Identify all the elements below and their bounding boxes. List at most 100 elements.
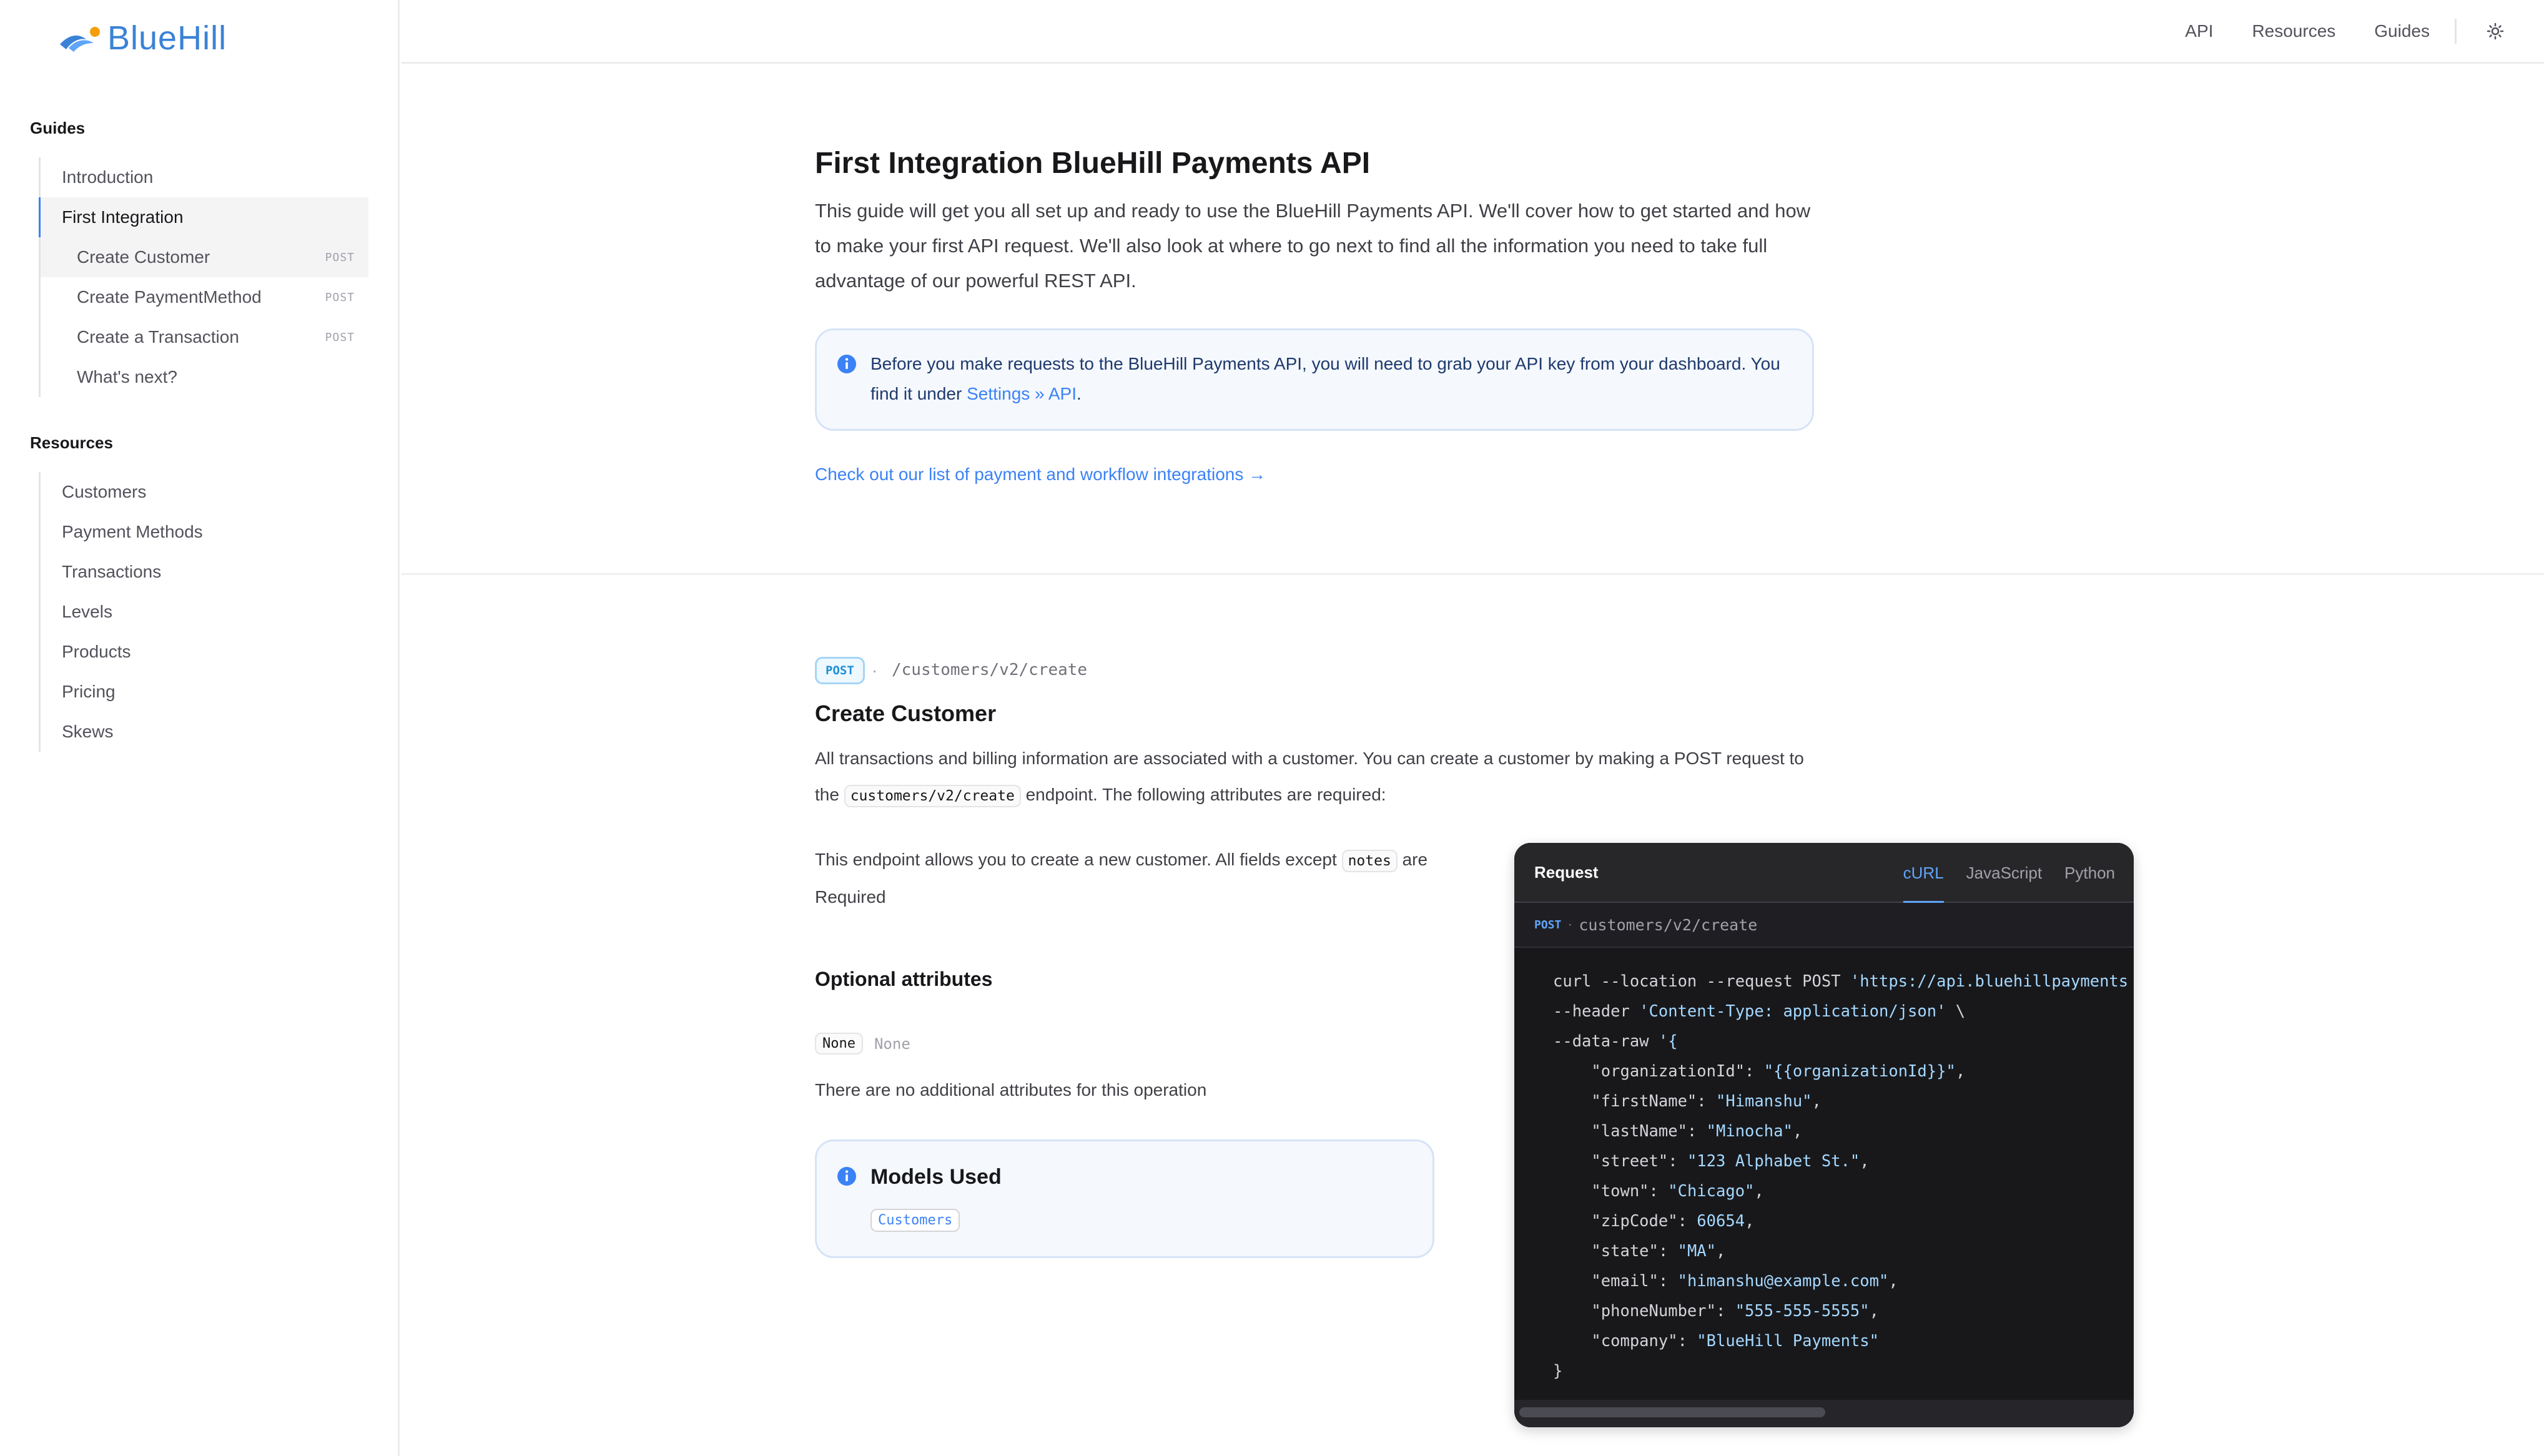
code-token-string: '{	[1658, 1032, 1678, 1051]
method-badge: POST	[325, 330, 355, 344]
sidebar-item-label: Create PaymentMethod	[77, 287, 262, 307]
code-token-plain: "lastName":	[1553, 1122, 1707, 1141]
sidebar-item-introduction[interactable]: Introduction	[41, 157, 368, 197]
sun-icon[interactable]	[2484, 20, 2507, 42]
endpoint-path: /customers/v2/create	[892, 661, 1088, 679]
code-token-plain: ,	[1812, 1092, 1822, 1111]
sidebar: BlueHill Guides Introduction First Integ…	[0, 0, 400, 1456]
code-token-string: 'https://api.bluehillpayments	[1850, 972, 2129, 991]
no-attributes-text: There are no additional attributes for t…	[815, 1080, 1207, 1099]
sidebar-item-label: Introduction	[62, 167, 154, 187]
endpoint-separator: ·	[872, 661, 878, 680]
sidebar-item-label: First Integration	[62, 207, 184, 227]
resources-nav: Customers Payment Methods Transactions L…	[39, 472, 368, 752]
code-line: "street": "123 Alphabet St.",	[1553, 1146, 2134, 1176]
code-token-plain: "organizationId":	[1553, 1062, 1764, 1081]
code-token-plain: \	[1946, 1002, 1966, 1021]
sidebar-item-label: Create a Transaction	[77, 327, 239, 347]
section-title: Create Customer	[815, 701, 997, 726]
code-token-plain: --data-raw	[1553, 1032, 1659, 1051]
guides-nav: Introduction First Integration Create Cu…	[39, 157, 368, 397]
code-line: "phoneNumber": "555-555-5555",	[1553, 1296, 2134, 1326]
sidebar-item-label: Transactions	[62, 562, 162, 581]
settings-api-link[interactable]: Settings » API	[967, 384, 1077, 403]
sidebar-item-create-customer[interactable]: Create Customer POST	[41, 237, 368, 277]
code-token-plain: ,	[1792, 1122, 1803, 1141]
sidebar-item-pricing[interactable]: Pricing	[41, 672, 368, 712]
sidebar-item-transactions[interactable]: Transactions	[41, 552, 368, 592]
endpoint-description: All transactions and billing information…	[815, 740, 1814, 814]
code-line: }	[1553, 1356, 2134, 1386]
models-used-callout: Models Used Customers	[815, 1139, 1434, 1258]
code-token-plain: "town":	[1553, 1182, 1669, 1201]
code-line: "lastName": "Minocha",	[1553, 1116, 2134, 1146]
code-token-plain: ,	[1716, 1242, 1726, 1261]
code-token-plain: ,	[1955, 1062, 1966, 1081]
code-token-string: "Chicago"	[1668, 1182, 1755, 1201]
code-token-string: 'Content-Type: application/json'	[1639, 1002, 1946, 1021]
models-used-title: Models Used	[870, 1165, 1002, 1189]
model-tag-customers[interactable]: Customers	[870, 1209, 960, 1232]
code-token-plain: "firstName":	[1553, 1092, 1716, 1111]
bluehill-logo[interactable]: BlueHill	[57, 19, 227, 57]
top-bar: API Resources Guides	[402, 0, 2544, 64]
code-token-plain: --header	[1553, 1002, 1640, 1021]
sidebar-item-levels[interactable]: Levels	[41, 592, 368, 632]
top-nav-guides[interactable]: Guides	[2374, 21, 2430, 41]
code-scrollbar[interactable]	[1519, 1407, 1825, 1417]
inline-code: notes	[1341, 850, 1398, 872]
intro-paragraph: This guide will get you all set up and r…	[815, 200, 1811, 292]
tab-curl[interactable]: cURL	[1903, 843, 1944, 903]
code-token-plain: "state":	[1553, 1242, 1678, 1261]
code-token-plain: ,	[1745, 1212, 1755, 1231]
callout-end: .	[1077, 384, 1082, 403]
sidebar-item-customers[interactable]: Customers	[41, 472, 368, 512]
sidebar-item-create-transaction[interactable]: Create a Transaction POST	[41, 317, 368, 357]
sidebar-item-label: Skews	[62, 722, 114, 741]
sidebar-item-skews[interactable]: Skews	[41, 712, 368, 752]
top-nav-resources[interactable]: Resources	[2252, 21, 2335, 41]
sidebar-item-create-paymentmethod[interactable]: Create PaymentMethod POST	[41, 277, 368, 317]
code-path: customers/v2/create	[1579, 915, 1758, 934]
code-line: "state": "MA",	[1553, 1236, 2134, 1266]
code-token-plain: curl --location --request POST	[1553, 972, 1850, 991]
sidebar-item-payment-methods[interactable]: Payment Methods	[41, 512, 368, 552]
page-title: First Integration BlueHill Payments API	[815, 147, 1371, 180]
code-token-plain: "company":	[1553, 1332, 1697, 1350]
attribute-name: None	[815, 1033, 863, 1055]
optional-attributes-heading: Optional attributes	[815, 968, 993, 990]
code-token-string: "{{organizationId}}"	[1763, 1062, 1956, 1081]
info-icon	[837, 1166, 857, 1189]
sidebar-item-label: Create Customer	[77, 247, 210, 267]
code-block[interactable]: curl --location --request POST 'https://…	[1553, 967, 2134, 1386]
brand-name: BlueHill	[107, 19, 227, 57]
code-token-plain: ,	[1860, 1152, 1870, 1171]
code-panel-header: Request cURL JavaScript Python	[1514, 843, 2134, 903]
code-line: "email": "himanshu@example.com",	[1553, 1266, 2134, 1296]
section-divider	[402, 573, 2544, 575]
sidebar-item-first-integration[interactable]: First Integration	[39, 197, 368, 237]
code-token-string: "MA"	[1677, 1242, 1717, 1261]
api-key-callout: Before you make requests to the BlueHill…	[815, 328, 1814, 431]
top-nav-api[interactable]: API	[2185, 21, 2213, 41]
info-icon	[837, 354, 857, 377]
integrations-link[interactable]: Check out our list of payment and workfl…	[815, 465, 1266, 485]
code-method: POST	[1534, 918, 1562, 932]
fields-description: This endpoint allows you to create a new…	[815, 842, 1452, 915]
code-line: --data-raw '{	[1553, 1026, 2134, 1056]
code-token-string: "Himanshu"	[1716, 1092, 1812, 1111]
attribute-row: None None	[815, 1033, 910, 1055]
code-token-plain: "zipCode":	[1553, 1212, 1697, 1231]
code-line: curl --location --request POST 'https://…	[1553, 967, 2134, 996]
tab-python[interactable]: Python	[2064, 843, 2115, 903]
tab-javascript[interactable]: JavaScript	[1966, 843, 2042, 903]
code-line: "organizationId": "{{organizationId}}",	[1553, 1056, 2134, 1086]
sidebar-item-whats-next[interactable]: What's next?	[41, 357, 368, 397]
code-token-string: "555-555-5555"	[1735, 1302, 1870, 1321]
description-text: endpoint. The following attributes are r…	[1020, 785, 1386, 804]
code-token-string: 60654	[1697, 1212, 1745, 1231]
method-badge: POST	[815, 657, 865, 684]
sidebar-item-products[interactable]: Products	[41, 632, 368, 672]
sidebar-item-label: Products	[62, 642, 131, 661]
top-nav-divider	[2455, 19, 2457, 44]
